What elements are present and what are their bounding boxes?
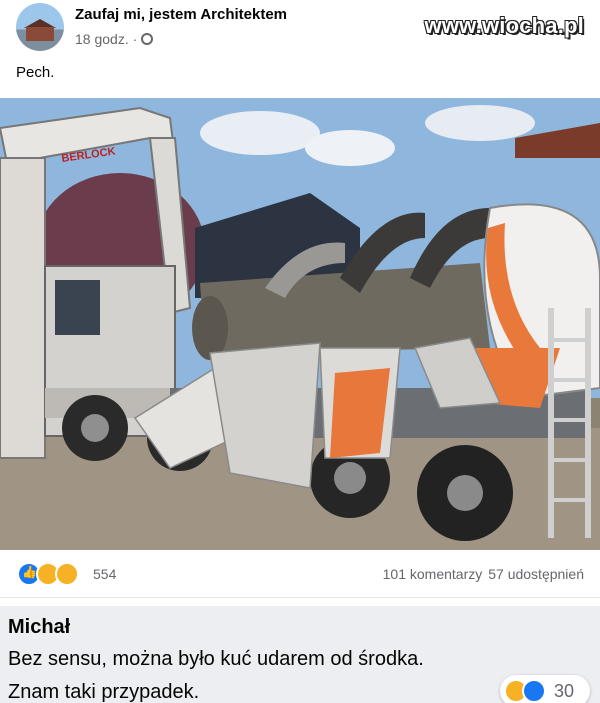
peeled-sheet-orange: [330, 368, 390, 458]
cab-window: [55, 280, 100, 335]
post-time[interactable]: 18 godz. ·: [75, 31, 137, 47]
post-stats: 101 komentarzy 57 udostępnień: [383, 566, 584, 582]
post-photo[interactable]: BERLOCK: [0, 98, 600, 550]
truck-mixer-photo: BERLOCK: [0, 98, 600, 550]
wheel-hub: [334, 462, 366, 494]
post-header: Zaufaj mi, jestem Architektem 18 godz. ·…: [0, 0, 600, 98]
comment-bubble: Michał Bez sensu, można było kuć udarem …: [0, 606, 600, 703]
core-end: [192, 296, 228, 360]
ladder-rung: [548, 338, 591, 342]
comment-text-line: Znam taki przypadek.: [8, 681, 200, 703]
post-caption: Pech.: [16, 64, 55, 81]
cloud: [305, 130, 395, 166]
reactions-bar: 554 101 komentarzy 57 udostępnień: [0, 550, 600, 598]
avatar-house: [26, 27, 54, 41]
page-name[interactable]: Zaufaj mi, jestem Architektem: [75, 6, 287, 23]
reaction-count[interactable]: 554: [93, 566, 116, 582]
ladder-rail: [548, 308, 554, 538]
excavator-body: [0, 157, 46, 459]
comment-reactions[interactable]: 30: [500, 675, 590, 703]
comment-text-line: Bez sensu, można było kuć udarem od środ…: [8, 648, 424, 670]
globe-icon: [141, 33, 154, 45]
wheel-hub: [81, 414, 109, 442]
comment-reaction-count: 30: [554, 681, 575, 701]
like-icon: [522, 679, 546, 703]
comments-count[interactable]: 101 komentarzy: [383, 566, 483, 582]
cloud: [425, 105, 535, 141]
ladder-rung: [548, 418, 591, 422]
reaction-icons[interactable]: [17, 562, 89, 586]
post-time-row: 18 godz. ·: [75, 31, 154, 47]
wheel-hub: [447, 475, 483, 511]
page-avatar[interactable]: [16, 3, 64, 51]
site-watermark: www.wiocha.pl: [424, 13, 584, 38]
comment-area: Michał Bez sensu, można było kuć udarem …: [0, 598, 600, 703]
ladder-rung: [548, 458, 591, 462]
shares-count[interactable]: 57 udostępnień: [488, 566, 584, 582]
cloud: [200, 111, 320, 155]
ladder-rail: [585, 308, 591, 538]
comment-author[interactable]: Michał: [8, 616, 70, 639]
ladder-rung: [548, 378, 591, 382]
ladder-rung: [548, 498, 591, 502]
wow-icon: [55, 562, 79, 586]
